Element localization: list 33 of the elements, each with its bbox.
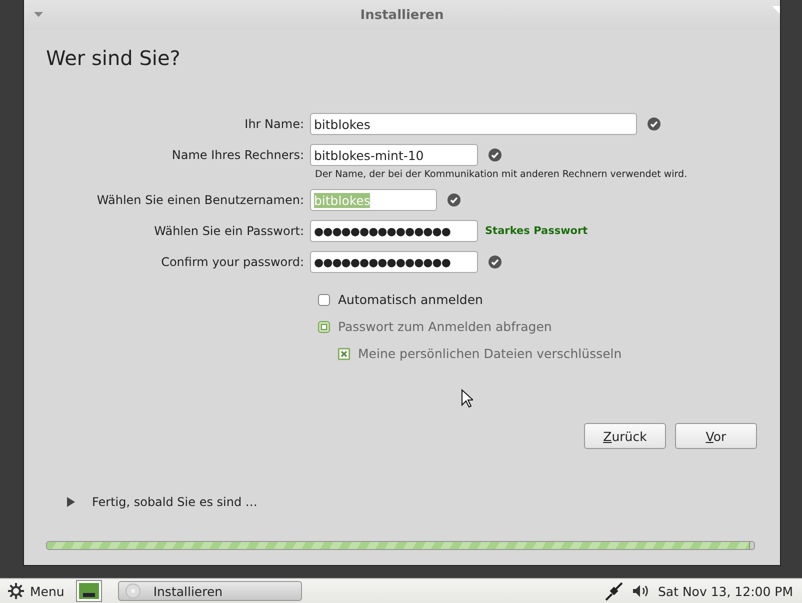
- square-mark-icon: [321, 324, 327, 330]
- input-field[interactable]: ●●●●●●●●●●●●●●●: [310, 251, 478, 273]
- clock[interactable]: Sat Nov 13, 12:00 PM: [658, 584, 793, 598]
- taskbar-button[interactable]: Installieren: [118, 581, 302, 601]
- option-label: Meine persönlichen Dateien verschlüsseln: [358, 346, 622, 361]
- expander-label[interactable]: Fertig, sobald Sie es sind …: [92, 495, 258, 509]
- field-label: Name Ihres Rechners:: [170, 148, 305, 162]
- network-plug-icon[interactable]: [604, 581, 624, 601]
- input-field[interactable]: bitblokes: [310, 113, 637, 135]
- menu-arrow-icon[interactable]: [34, 12, 43, 17]
- field-label: Wählen Sie einen Benutzernamen:: [96, 193, 305, 207]
- input-field[interactable]: bitblokes-mint-10: [310, 144, 478, 166]
- mouse-pointer-icon: [461, 389, 473, 408]
- nav-button[interactable]: Vor: [675, 423, 757, 449]
- page-heading: Wer sind Sie?: [46, 46, 182, 72]
- nav-button[interactable]: Zurück: [584, 423, 666, 449]
- volume-icon[interactable]: [632, 584, 650, 598]
- hint-text: Der Name, der bei der Kommunikation mit anderen Rechnern verwendet wird.: [315, 169, 688, 182]
- checkbox[interactable]: [318, 294, 330, 306]
- option-label: Automatisch anmelden: [338, 292, 483, 307]
- menu-button[interactable]: Menu: [8, 583, 64, 599]
- expander-arrow-icon[interactable]: [66, 497, 76, 507]
- field-label: Wählen Sie ein Passwort:: [153, 224, 305, 238]
- password-strength: Starkes Passwort: [485, 225, 588, 237]
- field-label: Ihr Name:: [244, 117, 305, 131]
- show-desktop-button[interactable]: [76, 580, 102, 602]
- field-label: Confirm your password:: [160, 255, 305, 269]
- input-field[interactable]: ●●●●●●●●●●●●●●●: [310, 220, 478, 242]
- window-title: Installieren: [360, 8, 444, 22]
- option-label: Passwort zum Anmelden abfragen: [338, 319, 552, 334]
- disc-icon: [125, 583, 142, 599]
- gear-icon: [8, 583, 24, 599]
- cross-mark-icon: [340, 350, 348, 358]
